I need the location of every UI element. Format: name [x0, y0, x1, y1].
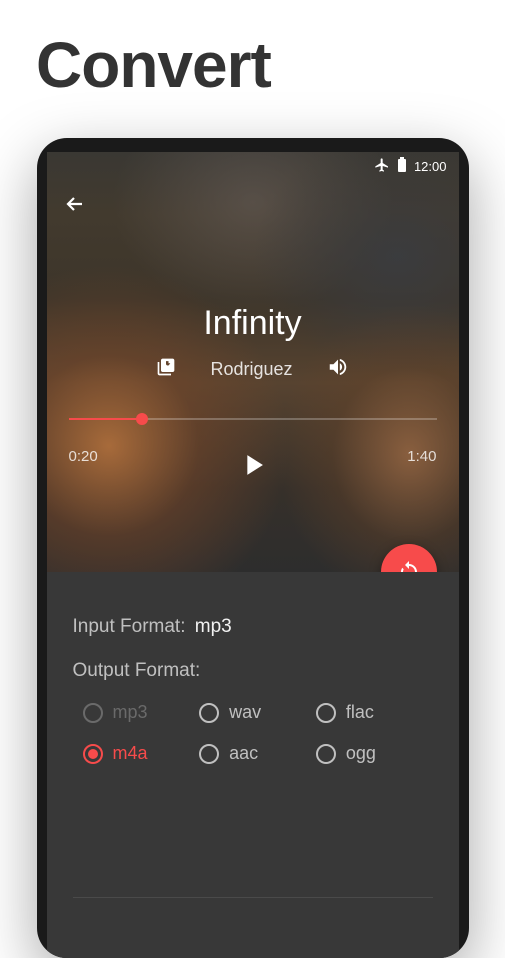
library-icon[interactable]: [156, 357, 176, 382]
page-headline: Convert: [36, 28, 271, 102]
format-option-flac[interactable]: flac: [316, 702, 433, 723]
back-button[interactable]: [63, 192, 87, 221]
track-meta-row: Rodriguez: [47, 356, 459, 383]
format-label: mp3: [113, 702, 148, 723]
format-label: flac: [346, 702, 374, 723]
radio-icon: [199, 744, 219, 764]
progress-fill: [69, 418, 143, 420]
radio-icon: [83, 744, 103, 764]
format-option-wav[interactable]: wav: [199, 702, 316, 723]
format-label: aac: [229, 743, 258, 764]
format-label: m4a: [113, 743, 148, 764]
format-option-aac[interactable]: aac: [199, 743, 316, 764]
format-label: wav: [229, 702, 261, 723]
status-bar: 12:00: [47, 152, 459, 180]
play-button[interactable]: [236, 448, 270, 487]
radio-icon: [83, 703, 103, 723]
status-time: 12:00: [414, 159, 447, 174]
radio-icon: [316, 703, 336, 723]
input-format-line: Input Format: mp3: [73, 616, 433, 638]
format-grid: mp3 wav flac m4a aac ogg: [83, 702, 433, 764]
input-format-value: mp3: [195, 616, 232, 637]
format-option-ogg[interactable]: ogg: [316, 743, 433, 764]
phone-frame: 12:00 Infinity Rodriguez 0:20 1:: [37, 138, 469, 958]
format-option-mp3: mp3: [83, 702, 200, 723]
input-format-label: Input Format:: [73, 616, 186, 637]
output-format-label: Output Format:: [73, 660, 433, 682]
format-option-m4a[interactable]: m4a: [83, 743, 200, 764]
airplane-mode-icon: [374, 157, 390, 176]
total-time: 1:40: [407, 448, 436, 465]
elapsed-time: 0:20: [69, 448, 98, 465]
progress-bar[interactable]: [69, 418, 437, 420]
radio-icon: [316, 744, 336, 764]
format-label: ogg: [346, 743, 376, 764]
radio-icon: [199, 703, 219, 723]
volume-icon[interactable]: [327, 356, 349, 383]
battery-icon: [397, 157, 407, 176]
track-artist: Rodriguez: [210, 359, 292, 380]
convert-panel: Input Format: mp3 Output Format: mp3 wav f…: [47, 572, 459, 958]
track-title: Infinity: [47, 304, 459, 343]
screen: 12:00 Infinity Rodriguez 0:20 1:: [47, 152, 459, 958]
progress-thumb[interactable]: [136, 413, 148, 425]
panel-divider: [73, 897, 433, 898]
